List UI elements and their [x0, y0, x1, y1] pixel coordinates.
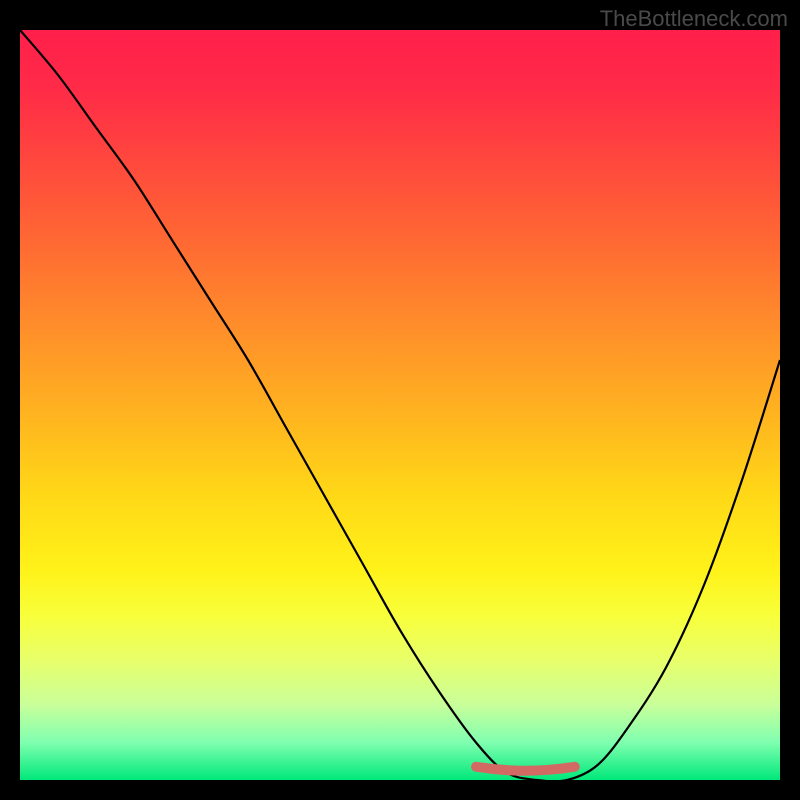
watermark-text: TheBottleneck.com	[600, 6, 788, 32]
chart-plot-area	[20, 30, 780, 780]
bottom-border	[0, 780, 800, 800]
bottleneck-curve	[20, 30, 780, 780]
